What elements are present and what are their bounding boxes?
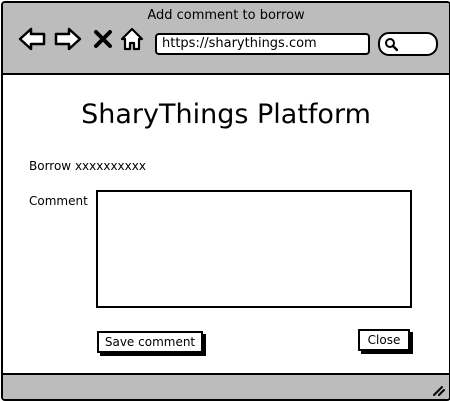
- save-comment-button[interactable]: Save comment: [97, 331, 203, 353]
- comment-label: Comment: [29, 194, 88, 208]
- home-icon[interactable]: [119, 25, 145, 53]
- window-title: Add comment to borrow: [147, 8, 305, 23]
- back-arrow-icon[interactable]: [17, 25, 47, 53]
- search-icon: [385, 38, 398, 51]
- page-title: SharyThings Platform: [81, 99, 371, 130]
- close-x-icon[interactable]: [92, 25, 114, 53]
- browser-window: Add comment to borrow https://sharything…: [1, 1, 450, 401]
- resize-grip-icon[interactable]: [431, 383, 445, 397]
- comment-textarea[interactable]: [96, 190, 412, 308]
- status-bar: [3, 373, 449, 399]
- borrow-label: Borrow xxxxxxxxxx: [29, 159, 146, 173]
- browser-toolbar: Add comment to borrow https://sharything…: [3, 3, 449, 75]
- forward-arrow-icon[interactable]: [53, 25, 83, 53]
- address-bar[interactable]: https://sharythings.com: [155, 33, 370, 55]
- page-content: SharyThings Platform Borrow xxxxxxxxxx C…: [3, 75, 449, 373]
- search-field[interactable]: [378, 32, 438, 56]
- close-button[interactable]: Close: [358, 329, 410, 351]
